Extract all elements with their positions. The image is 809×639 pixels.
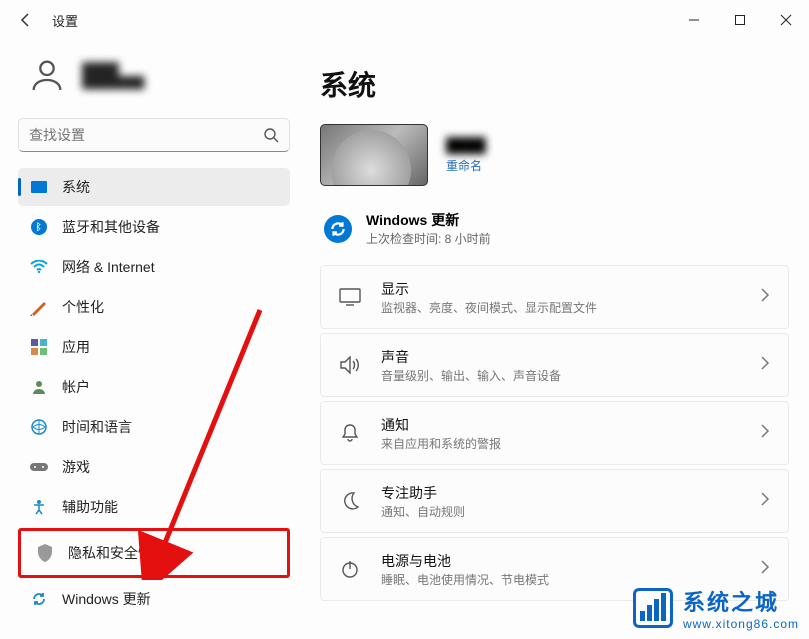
card-notifications[interactable]: 通知 来自应用和系统的警报 (320, 401, 789, 465)
chevron-right-icon (760, 288, 770, 307)
power-icon (339, 558, 361, 580)
card-title: 显示 (381, 279, 740, 299)
watermark: 系统之城 www.xitong86.com (633, 585, 799, 631)
sidebar-item-label: Windows 更新 (62, 589, 151, 609)
card-subtitle: 通知、自动规则 (381, 503, 740, 520)
bluetooth-icon (30, 218, 48, 236)
sidebar-item-label: 蓝牙和其他设备 (62, 217, 160, 237)
device-thumbnail[interactable] (320, 124, 428, 186)
card-subtitle: 来自应用和系统的警报 (381, 435, 740, 452)
sidebar-item-accessibility[interactable]: 辅助功能 (18, 488, 290, 526)
watermark-title: 系统之城 (683, 585, 799, 617)
personalize-icon (30, 298, 48, 316)
sidebar-item-privacy-security[interactable]: 隐私和安全性 (24, 534, 284, 572)
update-icon (30, 590, 48, 608)
update-subtitle: 上次检查时间: 8 小时前 (366, 230, 491, 247)
moon-icon (339, 490, 361, 512)
chevron-right-icon (760, 356, 770, 375)
sidebar-item-system[interactable]: 系统 (18, 168, 290, 206)
sidebar-item-label: 时间和语言 (62, 417, 132, 437)
watermark-url: www.xitong86.com (683, 617, 799, 631)
sidebar-item-label: 网络 & Internet (62, 257, 155, 277)
device-name: ████ (446, 137, 486, 153)
close-button[interactable] (763, 0, 809, 40)
sidebar-item-apps[interactable]: 应用 (18, 328, 290, 366)
update-sync-icon (324, 215, 352, 243)
card-title: 电源与电池 (381, 551, 740, 571)
titlebar: 设置 (0, 0, 809, 40)
windows-update-summary[interactable]: Windows 更新 上次检查时间: 8 小时前 (320, 204, 789, 265)
sidebar-item-windows-update[interactable]: Windows 更新 (18, 580, 290, 618)
card-title: 专注助手 (381, 483, 740, 503)
sidebar-item-network[interactable]: 网络 & Internet (18, 248, 290, 286)
annotation-highlight: 隐私和安全性 (18, 528, 290, 578)
card-subtitle: 音量级别、输出、输入、声音设备 (381, 367, 740, 384)
sidebar-item-label: 隐私和安全性 (68, 543, 152, 563)
sidebar-item-label: 应用 (62, 337, 90, 357)
card-display[interactable]: 显示 监视器、亮度、夜间模式、显示配置文件 (320, 265, 789, 329)
chevron-right-icon (760, 560, 770, 579)
sidebar-item-label: 辅助功能 (62, 497, 118, 517)
rename-link[interactable]: 重命名 (446, 157, 486, 174)
system-icon (30, 178, 48, 196)
card-sound[interactable]: 声音 音量级别、输出、输入、声音设备 (320, 333, 789, 397)
main-content: 系统 ████ 重命名 Windows 更新 上次检查时间: 8 小时前 (300, 40, 809, 639)
sidebar-item-label: 个性化 (62, 297, 104, 317)
sidebar: ████ ████████ 系统 蓝牙和其他设备 (0, 40, 300, 639)
apps-icon (30, 338, 48, 356)
sidebar-item-accounts[interactable]: 帐户 (18, 368, 290, 406)
user-profile[interactable]: ████ ████████ (18, 52, 290, 98)
nav-list: 系统 蓝牙和其他设备 网络 & Internet 个性化 应用 (18, 168, 290, 618)
card-title: 通知 (381, 415, 740, 435)
sidebar-item-gaming[interactable]: 游戏 (18, 448, 290, 486)
user-name: ████ ████████ (82, 62, 144, 89)
sidebar-item-label: 系统 (62, 177, 90, 197)
watermark-logo (633, 588, 673, 628)
device-info-row: ████ 重命名 (320, 124, 789, 186)
display-icon (339, 286, 361, 308)
update-title: Windows 更新 (366, 210, 491, 230)
page-title: 系统 (320, 64, 789, 104)
accounts-icon (30, 378, 48, 396)
chevron-right-icon (760, 492, 770, 511)
card-subtitle: 监视器、亮度、夜间模式、显示配置文件 (381, 299, 740, 316)
sidebar-item-label: 帐户 (62, 377, 90, 397)
bell-icon (339, 422, 361, 444)
maximize-button[interactable] (717, 0, 763, 40)
window-title: 设置 (52, 11, 78, 30)
gaming-icon (30, 458, 48, 476)
sidebar-item-personalization[interactable]: 个性化 (18, 288, 290, 326)
minimize-button[interactable] (671, 0, 717, 40)
sidebar-item-time-language[interactable]: 时间和语言 (18, 408, 290, 446)
card-title: 声音 (381, 347, 740, 367)
chevron-right-icon (760, 424, 770, 443)
time-icon (30, 418, 48, 436)
search-box[interactable] (18, 118, 290, 152)
accessibility-icon (30, 498, 48, 516)
card-focus-assist[interactable]: 专注助手 通知、自动规则 (320, 469, 789, 533)
wifi-icon (30, 258, 48, 276)
sidebar-item-bluetooth[interactable]: 蓝牙和其他设备 (18, 208, 290, 246)
search-input[interactable] (29, 127, 263, 143)
avatar-icon (24, 52, 70, 98)
search-icon (263, 127, 279, 143)
sidebar-item-label: 游戏 (62, 457, 90, 477)
back-button[interactable] (16, 10, 36, 30)
shield-icon (36, 544, 54, 562)
sound-icon (339, 354, 361, 376)
